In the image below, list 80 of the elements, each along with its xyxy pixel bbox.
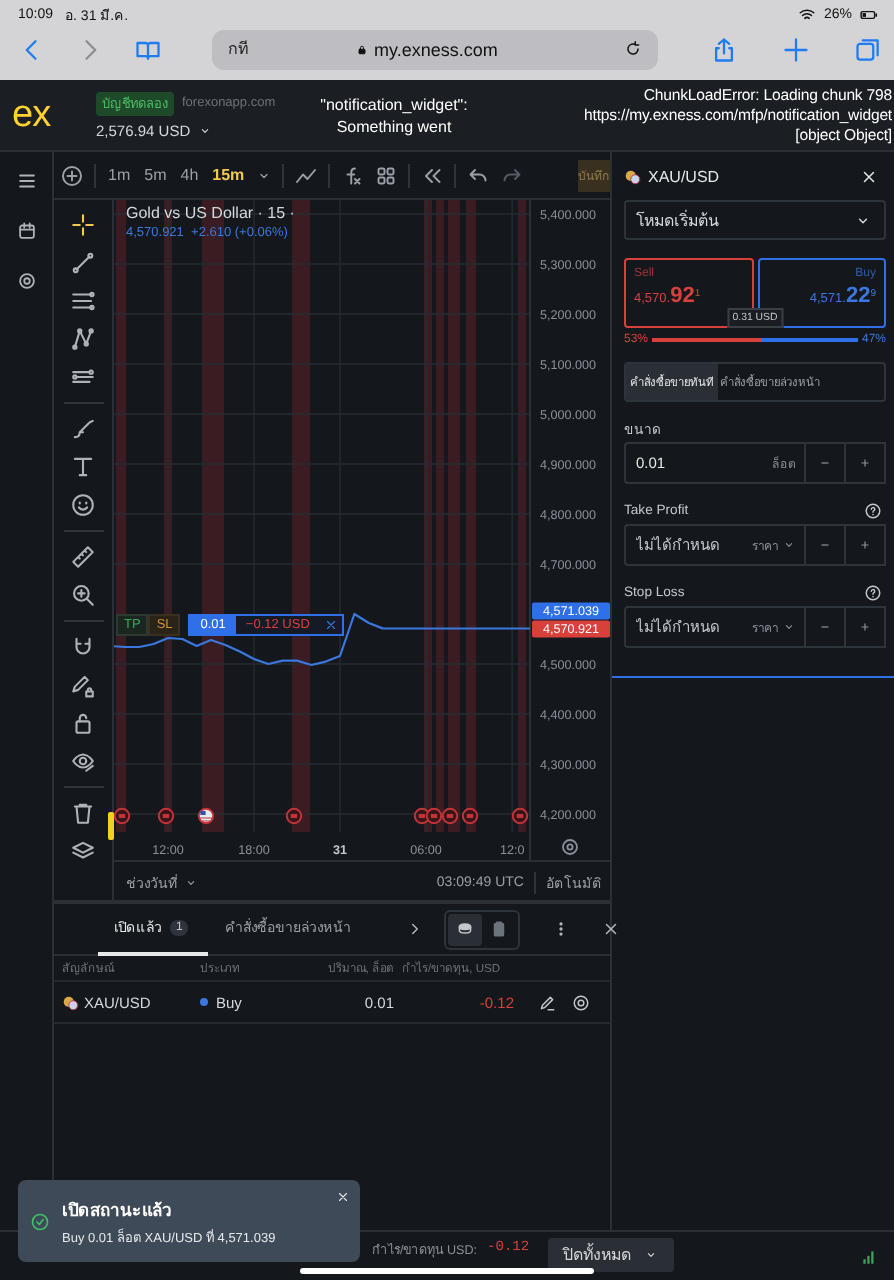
symbol-title: XAU/USD: [648, 167, 720, 185]
trash-icon[interactable]: [70, 800, 96, 826]
eye-icon[interactable]: [70, 748, 96, 774]
magnet-icon[interactable]: [70, 634, 96, 660]
logo[interactable]: ex: [0, 96, 96, 134]
plus-icon: [858, 620, 872, 634]
address-bar[interactable]: กที my.exness.com: [212, 29, 658, 69]
event-marker-icon[interactable]: [285, 807, 303, 825]
close-position-icon[interactable]: [572, 993, 590, 1011]
minus-icon: [818, 456, 832, 470]
plus-icon: [858, 456, 872, 470]
toast-title: เปิดสถานะแล้ว: [62, 1197, 174, 1223]
line-chart-icon[interactable]: [294, 163, 319, 187]
caret-icon: [782, 538, 796, 552]
wifi-icon: [797, 5, 816, 23]
help-icon[interactable]: [864, 501, 882, 519]
rewind-icon[interactable]: [420, 163, 445, 187]
event-marker-icon[interactable]: [157, 807, 175, 825]
pattern-icon[interactable]: [70, 326, 96, 352]
lock-icon[interactable]: [70, 710, 96, 736]
calendar-icon[interactable]: [15, 220, 37, 242]
timeframe-button[interactable]: 15m: [210, 166, 247, 184]
event-marker-icon[interactable]: [425, 807, 443, 825]
timeframe-button[interactable]: 1m: [106, 166, 133, 184]
battery-icon: [860, 5, 878, 23]
parallel-lines-icon[interactable]: [70, 288, 96, 314]
event-marker-icon[interactable]: [441, 807, 459, 825]
grid-icon[interactable]: [374, 163, 399, 187]
close-all-button[interactable]: ปิดทั้งหมด: [547, 1238, 674, 1272]
trend-line-icon[interactable]: [70, 250, 96, 276]
layers-icon[interactable]: [70, 838, 96, 864]
text-tool-icon[interactable]: [70, 454, 96, 480]
event-marker-icon[interactable]: [511, 807, 529, 825]
zoom-icon[interactable]: [70, 582, 96, 608]
caret-icon: [782, 620, 796, 634]
reload-icon[interactable]: [624, 40, 642, 58]
coins-view-button[interactable]: [448, 913, 483, 945]
event-marker-icon[interactable]: [114, 807, 131, 825]
crosshair-icon[interactable]: [70, 212, 96, 238]
settings-icon[interactable]: [562, 839, 578, 855]
timeframe-button[interactable]: 5m: [142, 166, 169, 184]
check-icon: [30, 1211, 50, 1231]
close-icon[interactable]: [602, 920, 621, 938]
minus-icon: [818, 538, 832, 552]
ruler-icon[interactable]: [70, 544, 96, 570]
smiley-icon[interactable]: [70, 492, 96, 518]
collapse-handle[interactable]: [108, 812, 114, 840]
coins-icon: [456, 920, 475, 938]
tabs-icon[interactable]: [854, 35, 882, 63]
error-text: Something went: [334, 117, 454, 135]
brush-icon[interactable]: [70, 416, 96, 442]
plus-icon: [858, 538, 872, 552]
clipboard-icon: [490, 920, 509, 938]
currency-pair-icon: [624, 167, 642, 185]
settings-icon[interactable]: [15, 270, 37, 292]
event-marker-icon[interactable]: [461, 807, 479, 825]
buy-dot-icon: [200, 998, 208, 1006]
signal-icon: [860, 1248, 878, 1266]
plus-icon[interactable]: [782, 35, 810, 63]
undo-icon[interactable]: [466, 163, 491, 187]
currency-pair-icon: [62, 993, 80, 1011]
flag-marker-icon[interactable]: [197, 807, 215, 825]
caret-icon: [198, 123, 213, 137]
lock-icon: [356, 43, 368, 55]
caret-icon: [184, 876, 198, 890]
minus-icon: [818, 620, 832, 634]
add-icon[interactable]: [60, 163, 84, 187]
help-icon[interactable]: [864, 583, 882, 601]
page-text: กที: [228, 38, 250, 62]
redo-icon[interactable]: [500, 163, 525, 187]
timeframe-button[interactable]: 4h: [178, 166, 201, 184]
share-icon[interactable]: [710, 35, 738, 63]
address-text: my.exness.com: [374, 39, 498, 59]
pencil-lock-icon[interactable]: [70, 672, 96, 698]
mode-dropdown[interactable]: โหมดเริ่มต้น: [624, 200, 886, 240]
list-icon[interactable]: [15, 170, 37, 192]
error-text: "notification_widget":: [318, 95, 470, 113]
edit-icon[interactable]: [538, 993, 556, 1011]
caret-icon: [643, 1248, 658, 1262]
chart-title: Gold vs US Dollar · 15 ·: [126, 204, 295, 222]
